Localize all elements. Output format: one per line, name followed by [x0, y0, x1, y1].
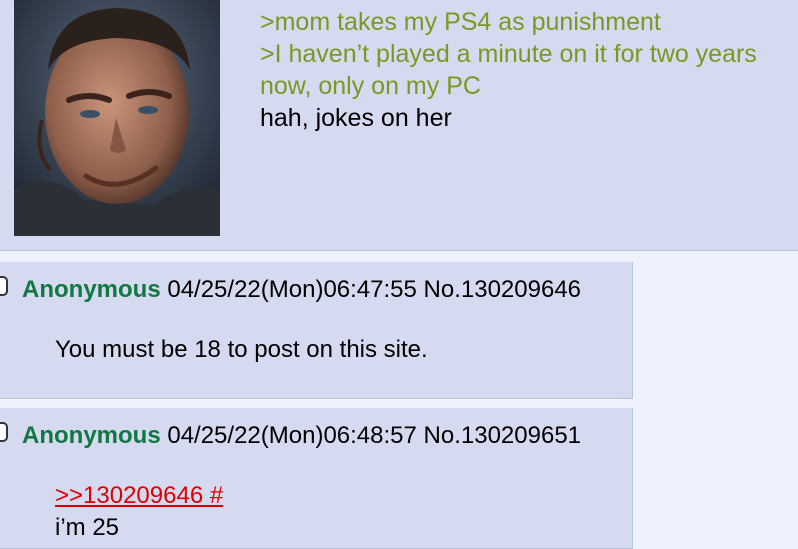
post-number[interactable]: No.130209651 — [424, 422, 581, 449]
poster-name: Anonymous — [22, 276, 161, 303]
op-post: >mom takes my PS4 as punishment >I haven… — [0, 0, 798, 251]
quote-link[interactable]: >>130209646 # — [55, 480, 223, 512]
poster-name: Anonymous — [22, 422, 161, 449]
op-message: >mom takes my PS4 as punishment >I haven… — [260, 6, 790, 134]
avatar-image — [14, 0, 220, 236]
message-text: i’m 25 — [55, 514, 120, 541]
post-number[interactable]: No.130209646 — [424, 276, 581, 303]
post-datetime: 04/25/22(Mon)06:48:57 — [167, 422, 417, 449]
greentext-line: >I haven’t played a minute on it for two… — [260, 40, 757, 100]
post-message: >>130209646 # i’m 25 — [55, 480, 223, 544]
post-checkbox[interactable] — [0, 422, 8, 442]
post-datetime: 04/25/22(Mon)06:47:55 — [167, 276, 417, 303]
op-image[interactable] — [14, 0, 220, 236]
message-text: You must be 18 to post on this site. — [55, 336, 428, 363]
reply-post: Anonymous 04/25/22(Mon)06:48:57 No.13020… — [0, 408, 633, 549]
post-checkbox[interactable] — [0, 276, 8, 296]
post-info: Anonymous 04/25/22(Mon)06:47:55 No.13020… — [22, 274, 581, 306]
reply-post: Anonymous 04/25/22(Mon)06:47:55 No.13020… — [0, 262, 633, 399]
greentext-line: >mom takes my PS4 as punishment — [260, 8, 661, 36]
post-info: Anonymous 04/25/22(Mon)06:48:57 No.13020… — [22, 420, 581, 452]
post-message: You must be 18 to post on this site. — [55, 334, 428, 366]
message-line: hah, jokes on her — [260, 104, 452, 132]
